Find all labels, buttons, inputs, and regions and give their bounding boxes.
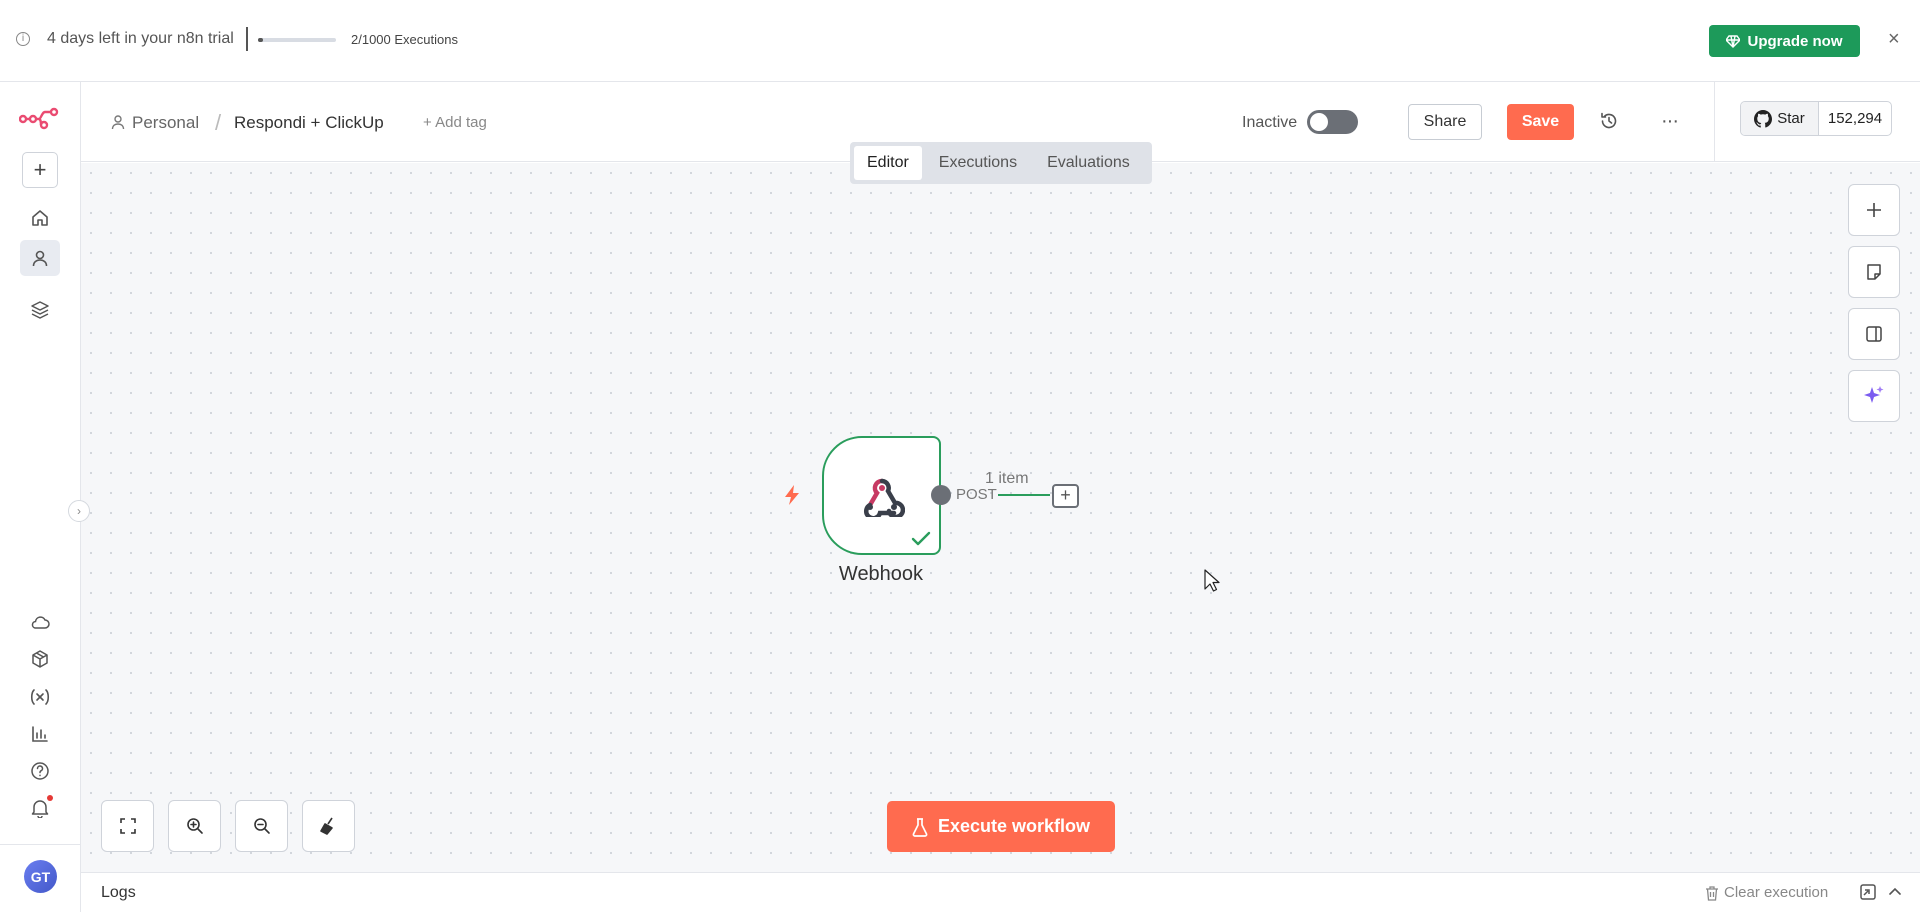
add-next-node-button[interactable]: + bbox=[1052, 484, 1079, 508]
sidebar-item-templates[interactable] bbox=[20, 641, 60, 677]
success-check-icon bbox=[911, 531, 931, 546]
workflow-name[interactable]: Respondi + ClickUp bbox=[234, 113, 384, 133]
sidebar-item-projects[interactable] bbox=[20, 292, 60, 328]
package-icon bbox=[32, 650, 48, 668]
sidebar-item-overview[interactable] bbox=[20, 200, 60, 236]
panel-icon bbox=[1866, 326, 1882, 342]
active-toggle[interactable] bbox=[1307, 110, 1358, 134]
sidebar-divider bbox=[0, 844, 80, 845]
tab-executions[interactable]: Executions bbox=[926, 146, 1030, 180]
insights-icon bbox=[32, 726, 48, 742]
plus-icon bbox=[1867, 203, 1881, 217]
share-button[interactable]: Share bbox=[1408, 104, 1482, 140]
zoom-in-icon bbox=[186, 818, 203, 834]
github-star-button[interactable]: Star bbox=[1741, 102, 1819, 135]
plus-icon: + bbox=[33, 157, 47, 182]
mouse-cursor-icon bbox=[1204, 569, 1220, 592]
cloud-icon bbox=[31, 616, 50, 629]
active-status-label: Inactive bbox=[1242, 114, 1298, 131]
create-button[interactable]: + bbox=[22, 152, 58, 188]
history-icon[interactable] bbox=[1599, 111, 1619, 131]
trash-icon bbox=[1706, 885, 1718, 901]
breadcrumb-project[interactable]: Personal bbox=[132, 113, 199, 133]
view-tabs: Editor Executions Evaluations bbox=[850, 142, 1152, 184]
banner-divider bbox=[246, 27, 248, 51]
notification-dot bbox=[47, 795, 53, 801]
ai-assistant-button[interactable] bbox=[1848, 370, 1900, 422]
zoom-out-icon bbox=[253, 818, 270, 834]
sidebar: + GT bbox=[0, 82, 81, 912]
toggle-panel-button[interactable] bbox=[1848, 308, 1900, 360]
chevron-right-icon: › bbox=[77, 504, 81, 518]
add-tag-button[interactable]: + Add tag bbox=[423, 114, 487, 131]
close-banner-button[interactable]: × bbox=[1888, 29, 1900, 49]
sparkle-icon bbox=[1864, 386, 1884, 403]
layers-icon bbox=[31, 301, 49, 319]
sidebar-item-personal[interactable] bbox=[20, 240, 60, 276]
tab-evaluations[interactable]: Evaluations bbox=[1034, 146, 1143, 180]
tab-editor[interactable]: Editor bbox=[854, 146, 922, 180]
diamond-icon bbox=[1726, 34, 1741, 48]
more-options-button[interactable]: ··· bbox=[1661, 110, 1679, 133]
output-branch-label: POST bbox=[956, 486, 997, 503]
add-sticky-note-button[interactable] bbox=[1848, 246, 1900, 298]
node-output-handle[interactable] bbox=[931, 485, 951, 505]
zoom-to-fit-button[interactable] bbox=[101, 800, 154, 852]
sidebar-item-insights[interactable] bbox=[20, 716, 60, 752]
user-icon bbox=[32, 250, 48, 267]
bell-icon bbox=[31, 800, 49, 818]
header-divider bbox=[1714, 82, 1715, 162]
sidebar-item-help[interactable] bbox=[20, 753, 60, 789]
sticky-note-icon bbox=[1867, 264, 1881, 280]
trial-text: 4 days left in your n8n trial bbox=[47, 30, 234, 47]
logs-title: Logs bbox=[101, 884, 136, 901]
breadcrumb-separator: / bbox=[215, 110, 222, 135]
trial-banner: i 4 days left in your n8n trial 2/1000 E… bbox=[0, 0, 1920, 82]
add-node-button[interactable] bbox=[1848, 184, 1900, 236]
executions-progress bbox=[258, 38, 336, 42]
variables-icon bbox=[30, 689, 50, 705]
sidebar-item-variables[interactable] bbox=[20, 679, 60, 715]
tidy-up-button[interactable] bbox=[302, 800, 355, 852]
github-star-widget[interactable]: Star 152,294 bbox=[1740, 101, 1892, 136]
fit-view-icon bbox=[119, 818, 136, 834]
clear-execution-button[interactable]: Clear execution bbox=[1705, 884, 1828, 901]
expand-sidebar-button[interactable]: › bbox=[68, 500, 90, 522]
chevron-up-icon[interactable] bbox=[1887, 883, 1903, 901]
trigger-bolt-icon bbox=[785, 485, 799, 505]
sidebar-item-notifications[interactable] bbox=[20, 790, 60, 826]
upgrade-button[interactable]: Upgrade now bbox=[1709, 25, 1860, 57]
home-icon bbox=[32, 210, 48, 226]
github-star-count[interactable]: 152,294 bbox=[1819, 102, 1891, 135]
logs-panel[interactable]: Logs Clear execution bbox=[81, 872, 1920, 912]
info-icon: i bbox=[16, 32, 30, 46]
webhook-icon bbox=[863, 478, 905, 517]
executions-count: 2/1000 Executions bbox=[351, 32, 458, 47]
flask-icon bbox=[912, 817, 928, 837]
execute-workflow-button[interactable]: Execute workflow bbox=[887, 801, 1115, 852]
save-button[interactable]: Save bbox=[1507, 104, 1574, 140]
user-icon bbox=[111, 115, 125, 130]
pop-out-icon[interactable] bbox=[1859, 883, 1877, 901]
webhook-node[interactable] bbox=[822, 436, 941, 555]
zoom-out-button[interactable] bbox=[235, 800, 288, 852]
node-name: Webhook bbox=[838, 563, 924, 585]
zoom-in-button[interactable] bbox=[168, 800, 221, 852]
avatar[interactable]: GT bbox=[24, 860, 57, 893]
github-icon bbox=[1754, 109, 1773, 128]
sidebar-item-cloud[interactable] bbox=[20, 604, 60, 640]
output-connection-line bbox=[998, 494, 1050, 496]
workflow-canvas[interactable] bbox=[81, 163, 1920, 872]
help-icon bbox=[31, 762, 49, 780]
n8n-logo[interactable] bbox=[19, 106, 59, 130]
output-items-count: 1 item bbox=[985, 470, 1029, 487]
broom-icon bbox=[319, 817, 333, 835]
